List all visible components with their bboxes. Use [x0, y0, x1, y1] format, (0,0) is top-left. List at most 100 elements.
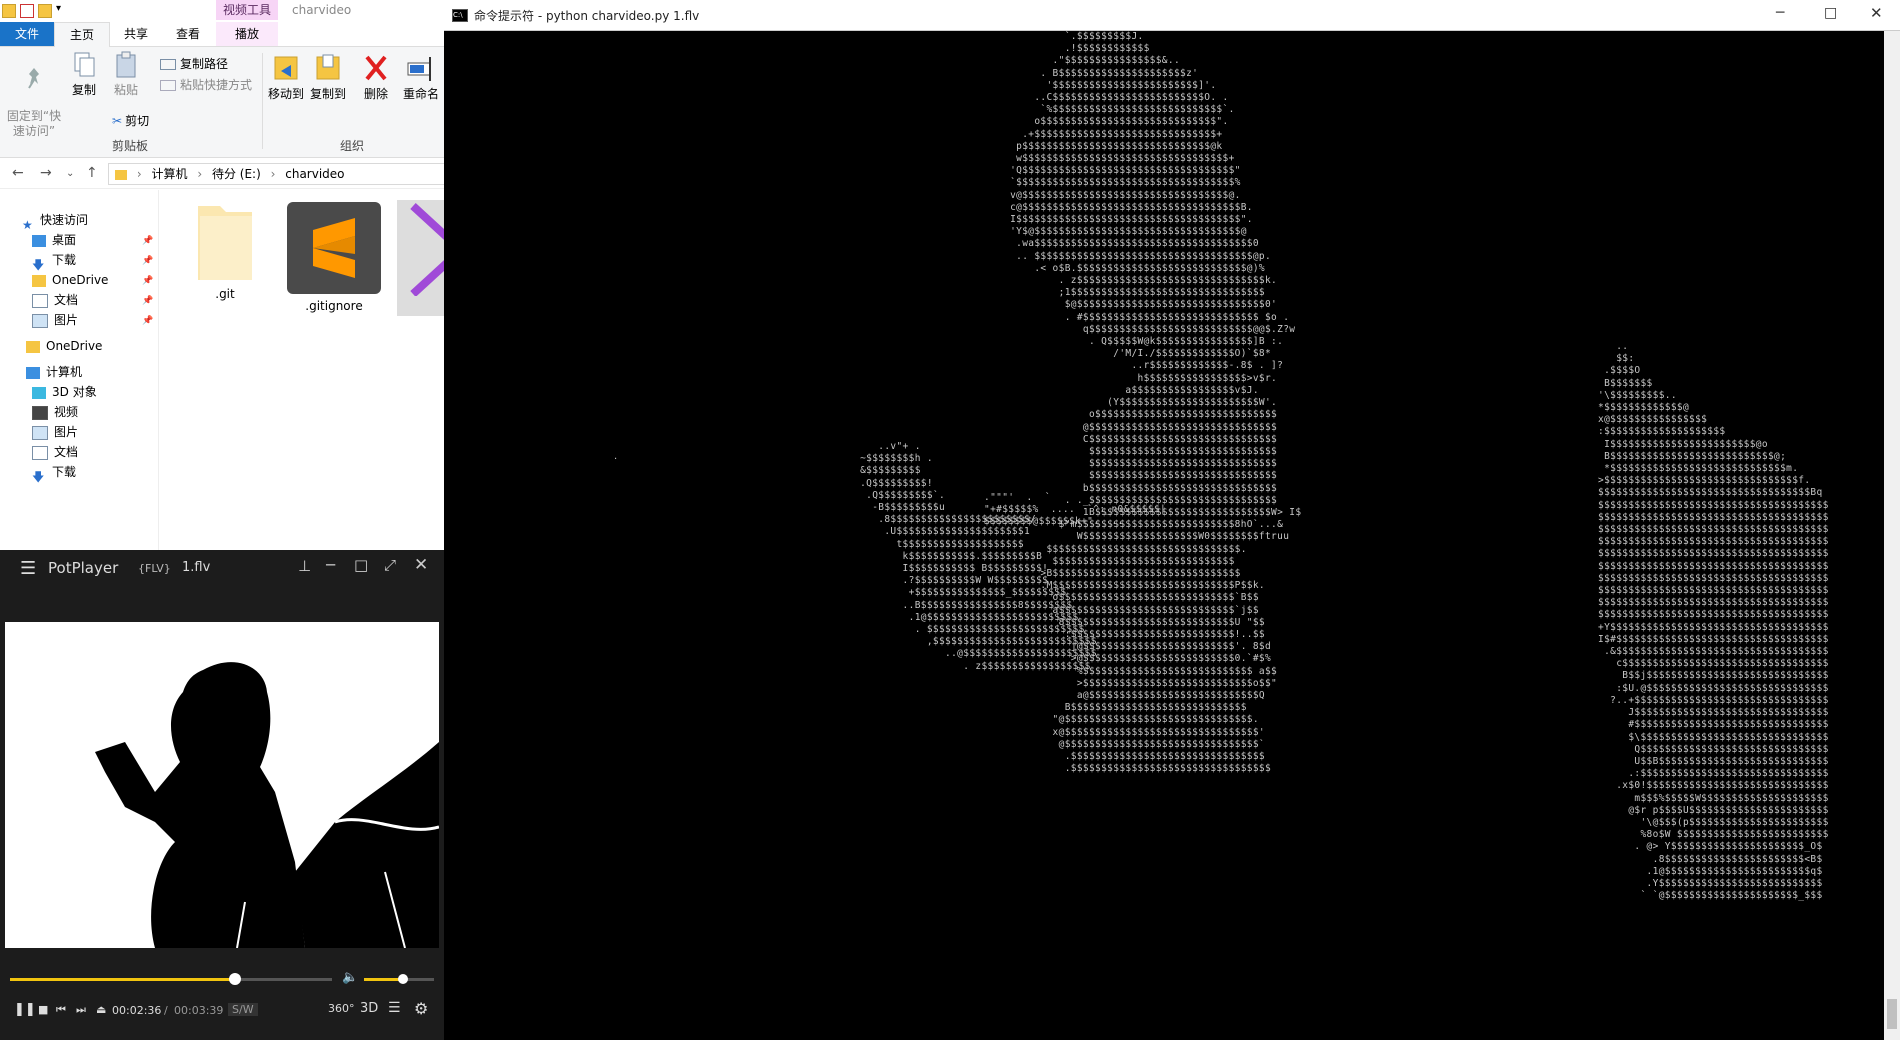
delete-icon	[365, 55, 387, 81]
ribbon-home: 固定到“快 速访问” 复制 粘贴 复制路径 粘贴快捷方式 ✂ 剪切 剪贴板 移动到…	[0, 47, 444, 158]
address-field[interactable]: › 计算机 › 待分 (E:) › charvideo	[108, 163, 444, 185]
cut-button[interactable]: ✂ 剪切	[112, 114, 149, 129]
file-name: 1.flv	[182, 560, 211, 575]
file-format: {FLV}	[138, 562, 171, 575]
rename-button[interactable]: 重命名	[398, 53, 444, 102]
scrollbar-thumb[interactable]	[1887, 999, 1897, 1029]
nav-documents-pc[interactable]: 文档	[32, 442, 78, 462]
tab-view[interactable]: 查看	[164, 22, 212, 46]
paste-shortcut-label: 粘贴快捷方式	[180, 78, 253, 92]
tab-home[interactable]: 主页	[54, 22, 110, 47]
volume-slider[interactable]	[364, 974, 434, 984]
breadcrumb-separator: ›	[197, 167, 203, 181]
stop-icon[interactable]: ■	[38, 1003, 48, 1016]
sw-decoder-badge[interactable]: S/W	[228, 1003, 258, 1016]
properties-icon[interactable]	[20, 4, 34, 18]
minimize-icon[interactable]: ─	[1776, 5, 1784, 21]
copy-path-icon	[160, 59, 176, 70]
nav-onedrive-quick[interactable]: OneDrive	[32, 270, 108, 290]
minimize-icon[interactable]: ─	[326, 556, 335, 574]
nav-downloads-pc[interactable]: 🡇 下载	[32, 462, 76, 484]
3d-button[interactable]: 3D	[360, 1001, 378, 1016]
desktop-icon	[32, 234, 46, 247]
next-icon[interactable]: ⏭	[76, 1003, 86, 1017]
paste-button[interactable]: 粘贴	[108, 51, 144, 98]
file-item-gitignore[interactable]: .gitignore	[284, 200, 384, 313]
navigation-pane: ★ 快速访问 桌面 📌 🡇 下载 📌 OneDrive 📌 文档 📌 图片 📌 On…	[0, 190, 159, 550]
copy-to-button[interactable]: 复制到	[308, 53, 348, 102]
folder-icon[interactable]	[2, 4, 16, 18]
seek-knob[interactable]	[229, 973, 242, 985]
video-frame[interactable]	[5, 622, 439, 948]
playback-controls: 🔈 ❚❚ ■ ⏮ ⏭ ⏏ 00:02:36 / 00:03:39 S/W 360…	[0, 970, 444, 1040]
quick-access-dropdown-icon[interactable]: ▾	[56, 4, 68, 16]
pin-icon: 📌	[142, 276, 154, 286]
move-to-button[interactable]: 移动到	[266, 53, 306, 102]
pin-icon: 📌	[142, 236, 154, 246]
nav-label: OneDrive	[52, 273, 109, 287]
tab-share[interactable]: 共享	[112, 22, 160, 46]
close-icon[interactable]: ✕	[414, 555, 428, 575]
ascii-art-right: `.$$$$$$$$$J. .!$$$$$$$$$$$$ ."$$$$$$$$$…	[1010, 31, 1302, 775]
ribbon-tabs: 文件 主页 共享 查看 播放	[0, 22, 444, 47]
explorer-titlebar: ▾ 视频工具 charvideo	[0, 0, 444, 22]
forward-arrow-icon[interactable]: →	[40, 165, 52, 181]
maximize-icon[interactable]: □	[354, 556, 368, 574]
nav-downloads[interactable]: 🡇 下载	[32, 250, 76, 272]
vr-360-button[interactable]: 360°	[328, 1002, 355, 1015]
maximize-icon[interactable]: □	[1824, 5, 1837, 21]
nav-3d-objects[interactable]: 3D 对象	[32, 382, 97, 402]
delete-button[interactable]: 删除	[356, 53, 396, 102]
copy-button[interactable]: 复制	[66, 51, 102, 98]
seek-bar[interactable]	[10, 973, 332, 985]
scrollbar[interactable]	[1884, 31, 1900, 1040]
nav-pictures[interactable]: 图片	[32, 310, 78, 330]
pin-to-quick-access-button[interactable]: 固定到“快 速访问”	[6, 51, 62, 139]
potplayer-file-icon	[410, 203, 444, 297]
volume-fill	[364, 978, 403, 981]
document-icon	[32, 445, 48, 460]
file-item-git[interactable]: .git	[175, 200, 275, 301]
pin-icon: 📌	[142, 296, 154, 306]
back-arrow-icon[interactable]: ←	[12, 165, 24, 181]
previous-icon[interactable]: ⏮	[56, 1003, 66, 1017]
breadcrumb-computer[interactable]: 计算机	[151, 167, 187, 181]
context-tab-video-tools: 视频工具	[216, 0, 278, 20]
paste-shortcut-button[interactable]: 粘贴快捷方式	[160, 78, 252, 93]
tab-file[interactable]: 文件	[0, 22, 54, 46]
copy-path-button[interactable]: 复制路径	[160, 57, 228, 72]
command-prompt-window: C:\ 命令提示符 - python charvideo.py 1.flv ─ …	[444, 0, 1900, 1040]
nav-quick-access[interactable]: ★ 快速访问	[22, 210, 89, 232]
breadcrumb-drive[interactable]: 待分 (E:)	[212, 167, 261, 181]
settings-gear-icon[interactable]: ⚙	[414, 999, 428, 1018]
volume-knob[interactable]	[397, 974, 408, 984]
recent-dropdown-icon[interactable]: ⌄	[66, 168, 74, 179]
console-output[interactable]: . ..v"+ . ~$$$$$$$$h . &$$$$$$$$$ .Q$$$$…	[444, 31, 1884, 1040]
nav-pictures-pc[interactable]: 图片	[32, 422, 78, 442]
ascii-art-far-right: .. $$: .$$$$O B$$$$$$$ '\$$$$$$$$$.. *$$…	[1598, 341, 1829, 902]
potplayer-window: ☰ PotPlayer {FLV} 1.flv ⊥ ─ □ ⤢ ✕ 🔈 ❚❚ ■…	[0, 550, 444, 1040]
file-item-flv[interactable]: 1.	[397, 200, 444, 316]
nav-onedrive[interactable]: OneDrive	[26, 336, 102, 356]
menu-icon[interactable]: ☰	[20, 558, 36, 579]
tab-play[interactable]: 播放	[216, 22, 278, 46]
new-folder-icon[interactable]	[38, 4, 52, 18]
copy-label: 复制	[71, 83, 96, 97]
computer-icon	[26, 366, 40, 379]
breadcrumb-folder[interactable]: charvideo	[285, 167, 344, 181]
up-arrow-icon[interactable]: ↑	[86, 165, 98, 181]
eject-icon[interactable]: ⏏	[96, 1003, 106, 1016]
nav-videos[interactable]: 视频	[32, 402, 78, 422]
volume-icon[interactable]: 🔈	[342, 970, 358, 985]
nav-computer[interactable]: 计算机	[26, 362, 82, 382]
nav-desktop[interactable]: 桌面	[32, 230, 76, 250]
nav-label: OneDrive	[46, 339, 103, 353]
pause-icon[interactable]: ❚❚	[14, 1002, 36, 1017]
playlist-icon[interactable]: ☰	[388, 1000, 401, 1016]
scissors-icon: ✂	[112, 114, 123, 128]
nav-label: 快速访问	[40, 213, 89, 227]
nav-documents[interactable]: 文档	[32, 290, 78, 310]
close-icon[interactable]: ✕	[1870, 4, 1883, 22]
pin-icon[interactable]: ⊥	[298, 557, 311, 575]
fullscreen-icon[interactable]: ⤢	[384, 556, 396, 574]
